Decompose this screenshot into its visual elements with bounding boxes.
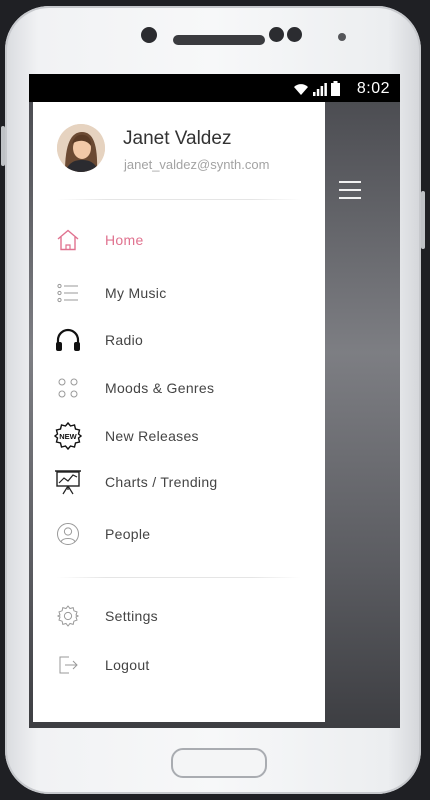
front-camera bbox=[141, 27, 157, 43]
earpiece-speaker bbox=[173, 35, 265, 45]
status-time: 8:02 bbox=[356, 80, 390, 97]
list-icon bbox=[53, 278, 83, 308]
signal-icon bbox=[313, 83, 327, 96]
new-badge-icon: NEW bbox=[53, 421, 83, 451]
menu-item-label: Logout bbox=[105, 657, 150, 673]
status-bar: 8:02 bbox=[29, 74, 400, 102]
person-icon bbox=[53, 519, 83, 549]
menu-item-new-releases[interactable]: NEW New Releases bbox=[53, 420, 303, 452]
menu-item-label: Radio bbox=[105, 332, 144, 348]
volume-button bbox=[1, 126, 5, 166]
user-profile[interactable]: Janet Valdez janet_valdez@synth.com bbox=[57, 124, 317, 184]
navigation-drawer: Janet Valdez janet_valdez@synth.com Home bbox=[33, 102, 325, 722]
battery-icon bbox=[331, 81, 340, 96]
menu-item-radio[interactable]: Radio bbox=[53, 324, 303, 356]
user-email: janet_valdez@synth.com bbox=[124, 157, 270, 172]
menu-item-moods-genres[interactable]: Moods & Genres bbox=[53, 372, 303, 404]
chart-board-icon bbox=[53, 467, 83, 497]
wifi-icon bbox=[294, 84, 308, 95]
home-button[interactable] bbox=[171, 748, 267, 778]
menu-item-logout[interactable]: Logout bbox=[53, 649, 303, 681]
logout-icon bbox=[53, 650, 83, 680]
menu-item-label: Charts / Trending bbox=[105, 474, 218, 490]
menu-item-my-music[interactable]: My Music bbox=[53, 277, 303, 309]
sensor-dot bbox=[269, 27, 284, 42]
user-name: Janet Valdez bbox=[123, 128, 232, 149]
proximity-sensor bbox=[338, 33, 346, 41]
power-button bbox=[421, 191, 425, 249]
divider bbox=[57, 199, 301, 200]
screen: 8:02 Janet Valdez janet_valdez@synth.com bbox=[29, 74, 400, 728]
menu-item-label: New Releases bbox=[105, 428, 199, 444]
hamburger-menu-icon[interactable] bbox=[339, 181, 361, 199]
menu-item-label: My Music bbox=[105, 285, 167, 301]
gear-icon bbox=[53, 601, 83, 631]
menu-item-label: Settings bbox=[105, 608, 158, 624]
menu-item-label: Moods & Genres bbox=[105, 380, 215, 396]
menu-item-label: People bbox=[105, 526, 151, 542]
menu-item-label: Home bbox=[105, 232, 144, 248]
menu-item-people[interactable]: People bbox=[53, 518, 303, 550]
svg-text:NEW: NEW bbox=[59, 432, 77, 441]
home-icon bbox=[53, 225, 83, 255]
four-dots-icon bbox=[53, 373, 83, 403]
menu-item-home[interactable]: Home bbox=[53, 224, 303, 256]
sensor-dot bbox=[287, 27, 302, 42]
divider bbox=[57, 577, 301, 578]
avatar[interactable] bbox=[57, 124, 105, 172]
menu-item-charts-trending[interactable]: Charts / Trending bbox=[53, 466, 303, 498]
menu-item-settings[interactable]: Settings bbox=[53, 600, 303, 632]
status-icons bbox=[293, 81, 340, 96]
headphones-icon bbox=[53, 325, 83, 355]
